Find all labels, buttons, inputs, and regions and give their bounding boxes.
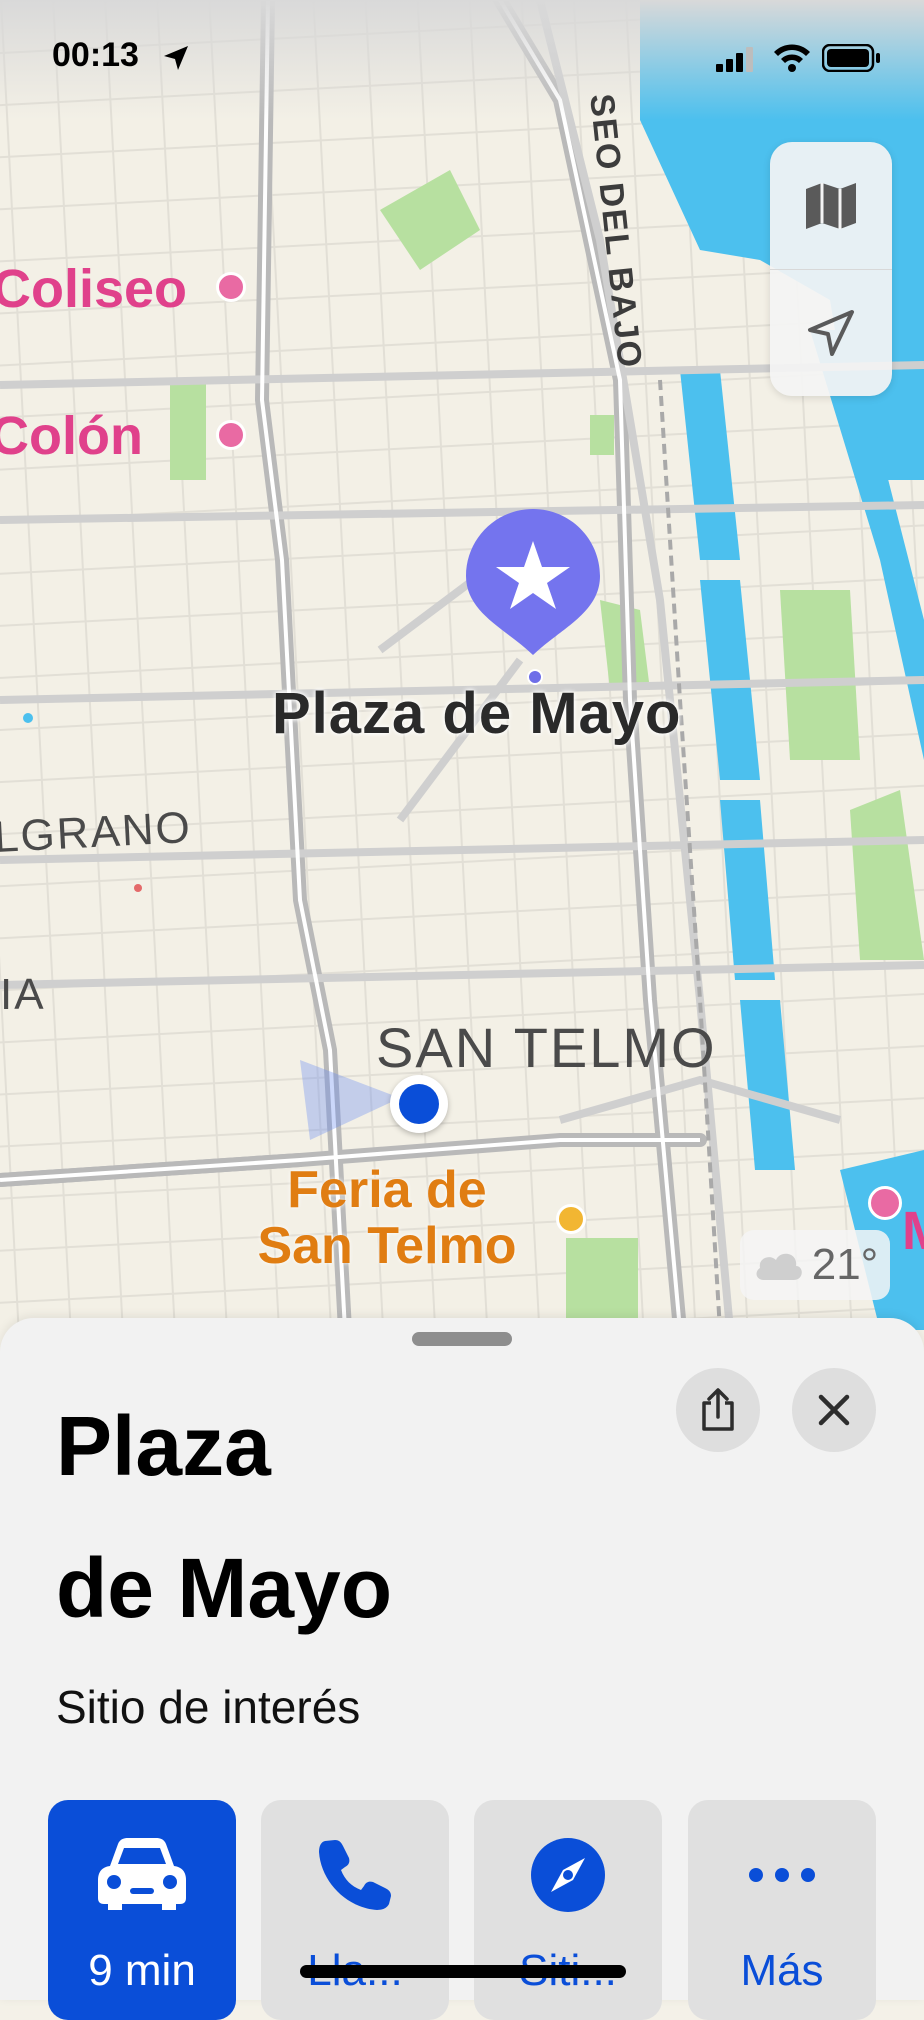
- weather-widget: 21°: [740, 1230, 890, 1300]
- poi-label-partial: M: [902, 1200, 924, 1262]
- close-button[interactable]: [792, 1368, 876, 1452]
- status-bar: 00:13: [0, 0, 924, 110]
- district-label-ia: IA: [0, 970, 46, 1019]
- place-title-line-1: Plaza: [56, 1399, 271, 1493]
- map-mode-button[interactable]: [770, 142, 892, 269]
- poi-label-feria-san-telmo[interactable]: Feria de San Telmo: [222, 1162, 552, 1274]
- feria-line-1: Feria de: [287, 1161, 487, 1219]
- location-arrow-icon: [164, 46, 188, 70]
- location-arrow-outline-icon: [808, 309, 854, 356]
- map-icon: [806, 182, 856, 229]
- battery-icon: [822, 44, 880, 72]
- star-pin-icon: [466, 509, 600, 655]
- place-title-line-2: de Mayo: [56, 1541, 393, 1635]
- place-card-sheet[interactable]: Plaza de Mayo Sitio de interés 9 min Lla…: [0, 1318, 924, 2020]
- share-button[interactable]: [676, 1368, 760, 1452]
- signal-icon: [716, 47, 753, 72]
- call-button[interactable]: Lla...: [261, 1800, 449, 2020]
- home-indicator[interactable]: [300, 1965, 626, 1978]
- directions-label: 9 min: [88, 1946, 196, 1995]
- website-button[interactable]: Siti...: [474, 1800, 662, 2020]
- more-icon: [749, 1868, 815, 1882]
- theater-icon: [216, 420, 246, 450]
- car-icon: [98, 1838, 186, 1910]
- share-icon: [702, 1388, 734, 1431]
- poi-label-colon[interactable]: Colón: [0, 405, 143, 467]
- more-button[interactable]: Más: [688, 1800, 876, 2020]
- district-label-belgrano: LGRANO: [0, 802, 193, 863]
- poi-pink-icon: [868, 1186, 902, 1220]
- compass-icon: [531, 1838, 605, 1912]
- shopping-bag-icon: [556, 1204, 586, 1234]
- directions-button[interactable]: 9 min: [48, 1800, 236, 2020]
- phone-icon: [319, 1840, 391, 1910]
- more-label: Más: [740, 1946, 824, 1995]
- district-label-san-telmo: SAN TELMO: [376, 1016, 717, 1079]
- locate-me-button[interactable]: [770, 269, 892, 396]
- sheet-grabber[interactable]: [412, 1332, 512, 1346]
- place-pin[interactable]: [462, 505, 604, 665]
- map-controls: [770, 142, 892, 396]
- theater-icon: [216, 272, 246, 302]
- close-icon: [818, 1394, 850, 1426]
- wifi-icon: [774, 44, 810, 72]
- weather-temperature: 21°: [811, 1240, 879, 1289]
- cloud-icon: [756, 1253, 802, 1280]
- status-time: 00:13: [52, 36, 139, 74]
- place-category: Sitio de interés: [56, 1681, 361, 1733]
- feria-line-2: San Telmo: [257, 1217, 517, 1275]
- current-location-dot: [390, 1075, 448, 1133]
- selected-place-label[interactable]: Plaza de Mayo: [272, 680, 681, 747]
- poi-label-coliseo[interactable]: Coliseo: [0, 258, 187, 320]
